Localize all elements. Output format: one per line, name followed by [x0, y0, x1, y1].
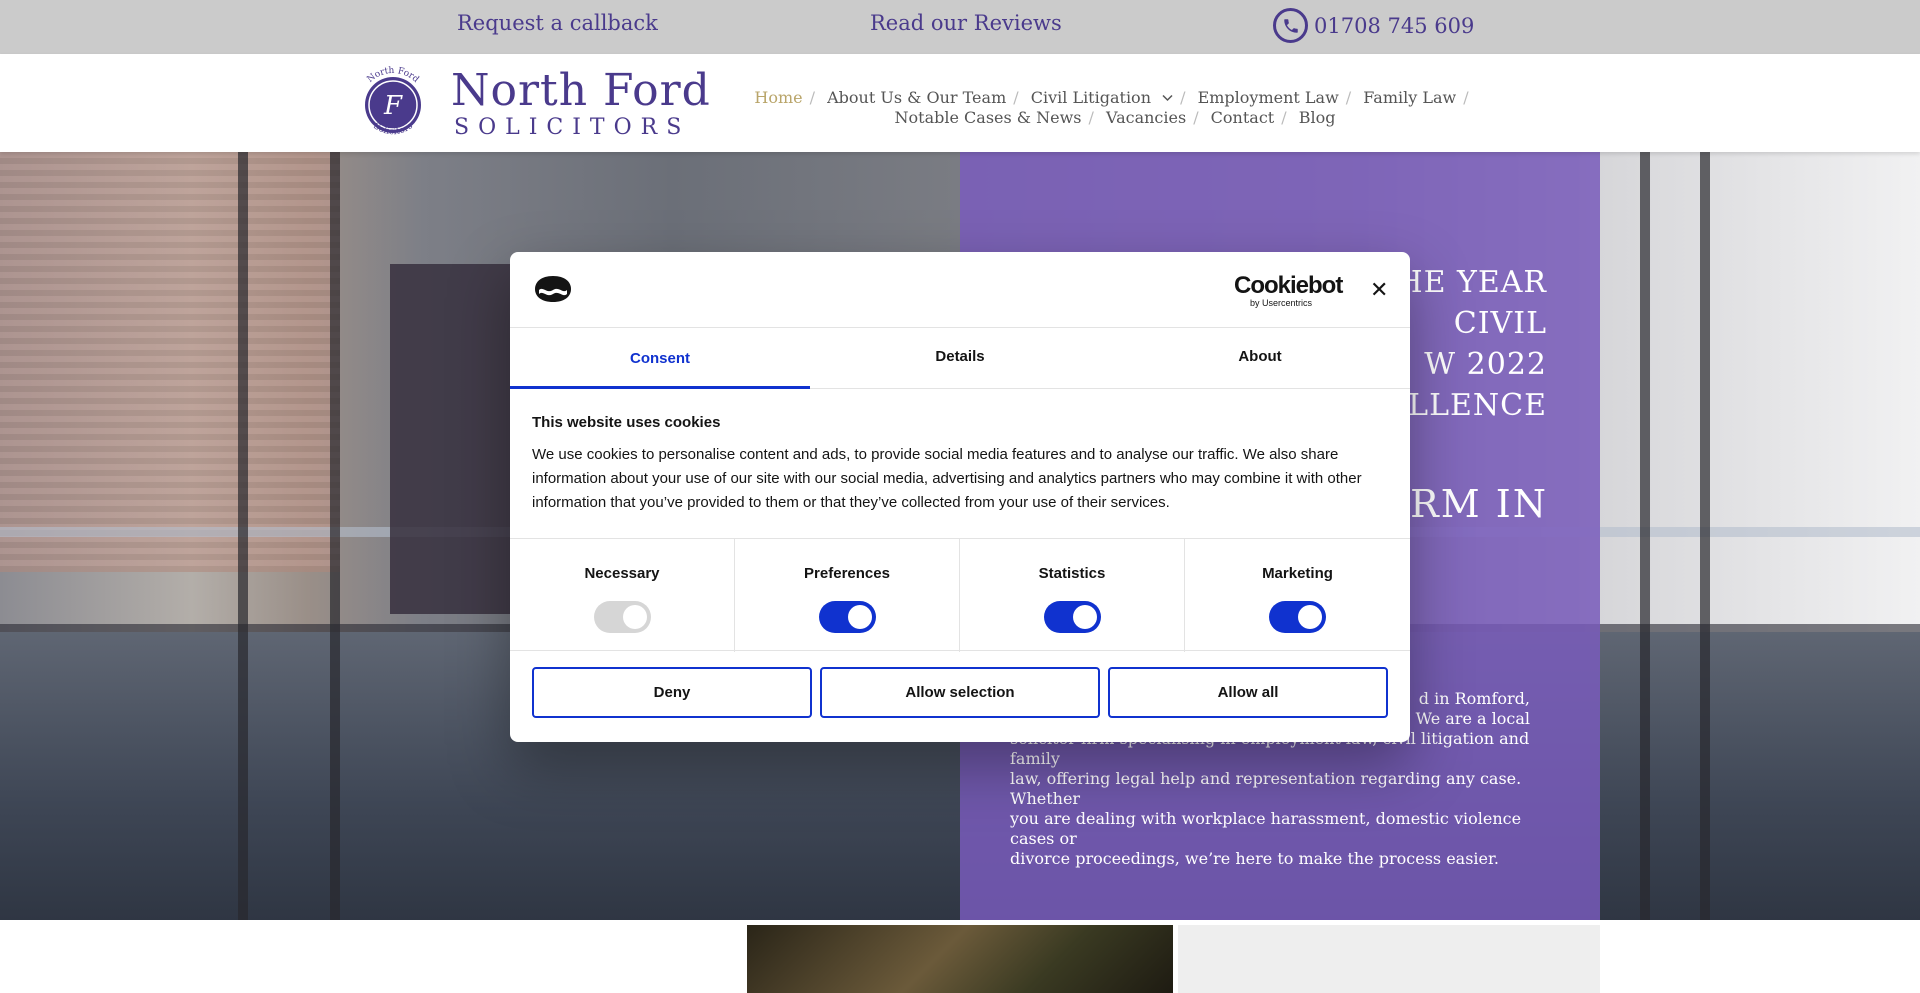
nav-separator: /: [1463, 88, 1469, 107]
intro-line: you are dealing with workplace harassmen…: [1010, 809, 1522, 848]
toggle-statistics: Statistics: [960, 539, 1185, 652]
cookie-description: We use cookies to personalise content an…: [532, 446, 1362, 511]
toggle-label: Preferences: [804, 565, 890, 582]
marketing-switch[interactable]: [1269, 601, 1326, 633]
nav-civil-litigation[interactable]: Civil Litigation: [1031, 88, 1173, 107]
statistics-switch[interactable]: [1043, 601, 1101, 633]
chevron-down-icon: [1162, 94, 1173, 102]
hero-background-building: [0, 152, 340, 572]
switch-knob: [847, 605, 872, 629]
nav-home[interactable]: Home: [754, 88, 802, 107]
request-callback-link[interactable]: Request a callback: [457, 11, 658, 35]
allow-all-button[interactable]: Allow all: [1108, 667, 1388, 718]
top-bar: Request a callback Read our Reviews 0170…: [0, 0, 1920, 54]
main-nav: Home / About Us & Our Team / Civil Litigat…: [735, 88, 1495, 128]
necessary-switch: [593, 601, 651, 633]
intro-line: divorce proceedings, we’re here to make …: [1010, 849, 1499, 868]
tab-consent[interactable]: Consent: [510, 329, 810, 389]
nav-row-1: Home / About Us & Our Team / Civil Litigat…: [735, 88, 1495, 108]
toggle-marketing: Marketing: [1185, 539, 1410, 652]
nav-family-law[interactable]: Family Law: [1363, 88, 1456, 107]
hero-background-post: [238, 152, 248, 920]
nav-separator: /: [809, 88, 816, 107]
tab-details[interactable]: Details: [810, 329, 1110, 389]
logo-subtitle: SOLICITORS: [454, 115, 691, 140]
nav-vacancies[interactable]: Vacancies: [1106, 108, 1186, 127]
toggle-necessary: Necessary: [510, 539, 735, 652]
nav-about-us[interactable]: About Us & Our Team: [827, 88, 1006, 107]
cookiebot-brand-name: Cookiebot: [1234, 272, 1343, 299]
cookie-consent-dialog: Cookiebot by Usercentrics ✕ Consent Deta…: [510, 252, 1410, 742]
toggle-preferences: Preferences: [735, 539, 960, 652]
section-panel: [1178, 925, 1600, 993]
preferences-switch[interactable]: [818, 601, 876, 633]
close-icon[interactable]: ✕: [1370, 278, 1388, 302]
nav-separator: /: [1345, 88, 1352, 107]
switch-knob: [1072, 605, 1097, 629]
read-reviews-link[interactable]: Read our Reviews: [870, 11, 1062, 35]
toggle-label: Marketing: [1262, 565, 1333, 582]
tab-about[interactable]: About: [1110, 329, 1410, 389]
hero-background-post: [1640, 152, 1650, 920]
svg-text:F: F: [383, 91, 403, 121]
nav-separator: /: [1180, 88, 1186, 107]
cookie-title: This website uses cookies: [532, 414, 721, 431]
toggle-label: Statistics: [1038, 565, 1106, 582]
section-image: [747, 925, 1173, 993]
switch-knob: [1298, 605, 1322, 629]
nav-separator: /: [1193, 108, 1199, 127]
phone-link[interactable]: 01708 745 609: [1273, 8, 1474, 43]
phone-number: 01708 745 609: [1314, 13, 1475, 38]
nav-separator: /: [1088, 108, 1094, 127]
cookiebot-brand: Cookiebot by Usercentrics: [1234, 272, 1343, 309]
cookie-dialog-header: Cookiebot by Usercentrics ✕: [510, 252, 1410, 328]
nav-notable-cases[interactable]: Notable Cases & News: [895, 108, 1082, 127]
nav-row-2: Notable Cases & News / Vacancies / Contact…: [735, 108, 1495, 128]
cookie-tabs: Consent Details About: [510, 329, 1410, 389]
phone-icon: [1273, 8, 1308, 43]
nav-employment-law[interactable]: Employment Law: [1198, 88, 1339, 107]
site-logo[interactable]: F North Ford Solicitors North Ford SOLIC…: [351, 63, 710, 147]
cookiebot-logo-icon: [535, 276, 571, 302]
cookie-body: This website uses cookies We use cookies…: [532, 414, 1382, 515]
allow-selection-button[interactable]: Allow selection: [820, 667, 1100, 718]
cookie-category-toggles: Necessary Preferences Statistics Marketi…: [510, 538, 1410, 652]
nav-blog[interactable]: Blog: [1299, 108, 1336, 127]
nav-contact[interactable]: Contact: [1211, 108, 1275, 127]
toggle-label: Necessary: [584, 565, 660, 582]
deny-button[interactable]: Deny: [532, 667, 812, 718]
logo-name: North Ford: [451, 65, 711, 116]
intro-line: law, offering legal help and representat…: [1010, 769, 1522, 808]
switch-knob: [622, 605, 647, 629]
hero-background-post: [330, 152, 340, 920]
nav-civil-litigation-label: Civil Litigation: [1030, 88, 1151, 107]
cookiebot-brand-sub: by Usercentrics: [1250, 298, 1313, 308]
nav-separator: /: [1013, 88, 1019, 107]
logo-seal: F North Ford Solicitors: [365, 66, 421, 137]
nav-separator: /: [1281, 108, 1287, 127]
site-header: F North Ford Solicitors North Ford SOLIC…: [0, 54, 1920, 152]
hero-background-post: [1700, 152, 1710, 920]
